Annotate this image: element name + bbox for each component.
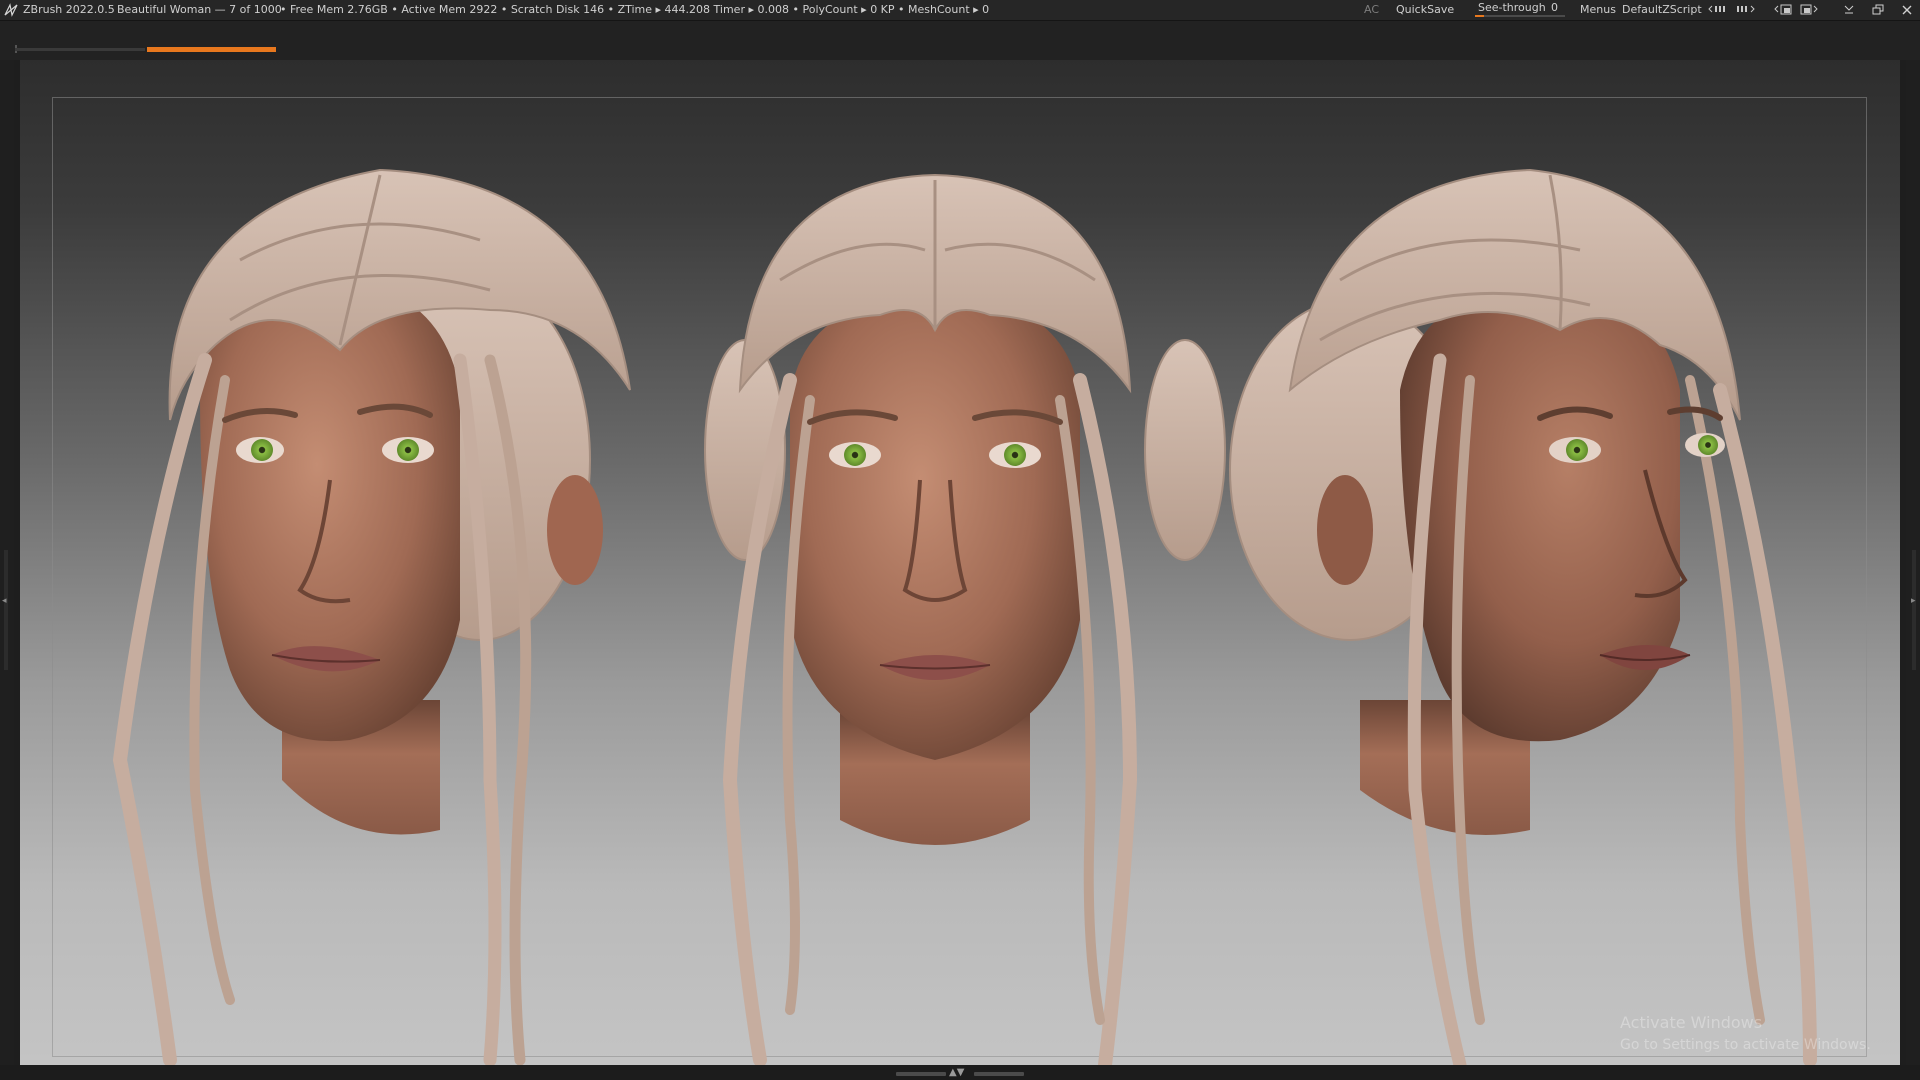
bottom-shelf-handle-right[interactable] bbox=[974, 1072, 1024, 1076]
ztime-stat: • ZTime ▸ 444.208 bbox=[607, 3, 711, 16]
right-tray-arrow-icon[interactable]: ▸ bbox=[1911, 596, 1916, 606]
left-tray-arrow-icon[interactable]: ◂ bbox=[2, 596, 7, 606]
interface-icon[interactable] bbox=[1774, 0, 1796, 20]
viewport-canvas[interactable]: Activate Windows Go to Settings to activ… bbox=[20, 60, 1900, 1065]
top-menu-bar: ZBrush 2022.0.5 Beautiful Woman — 7 of 1… bbox=[0, 0, 1920, 21]
scratch-disk-stat: • Scratch Disk 146 bbox=[500, 3, 605, 16]
see-through-track[interactable] bbox=[1475, 15, 1565, 17]
app-name: ZBrush 2022.0.5 bbox=[23, 3, 115, 16]
free-mem-stat: • Free Mem 2.76GB bbox=[280, 3, 388, 16]
tab-active[interactable] bbox=[147, 47, 276, 52]
bottom-shelf-handle-left[interactable] bbox=[896, 1072, 946, 1076]
document-tab-strip bbox=[0, 21, 1920, 60]
default-zscript-button[interactable]: DefaultZScript bbox=[1622, 0, 1702, 20]
left-tray: ◂ bbox=[0, 60, 14, 1065]
right-tray-handle[interactable] bbox=[1912, 550, 1916, 670]
sculpt-render bbox=[112, 168, 1817, 1065]
activation-watermark: Activate Windows Go to Settings to activ… bbox=[1620, 1012, 1871, 1056]
layout-icon[interactable] bbox=[1708, 0, 1730, 20]
meshcount-stat: • MeshCount ▸ 0 bbox=[898, 3, 990, 16]
polycount-stat: • PolyCount ▸ 0 KP bbox=[792, 3, 895, 16]
expand-collapse-icon[interactable]: ▲▼ bbox=[949, 1065, 964, 1080]
memory-stats: • Free Mem 2.76GB • Active Mem 2922 • Sc… bbox=[280, 0, 989, 20]
document-title: Beautiful Woman — 7 of 1000 bbox=[117, 3, 282, 16]
ac-button[interactable]: AC bbox=[1364, 0, 1379, 20]
close-icon[interactable] bbox=[1900, 0, 1914, 20]
see-through-fill bbox=[1475, 15, 1484, 17]
menus-button[interactable]: Menus bbox=[1580, 0, 1616, 20]
zbrush-logo-icon bbox=[4, 0, 20, 20]
see-through-slider[interactable]: See-through 0 bbox=[1475, 0, 1565, 20]
bottom-shelf: ▲▼ bbox=[0, 1065, 1920, 1080]
head-front bbox=[704, 173, 1226, 1065]
restore-icon[interactable] bbox=[1871, 0, 1885, 20]
head-three-quarter-left bbox=[112, 168, 631, 1065]
left-tray-handle[interactable] bbox=[4, 550, 8, 670]
minimize-icon[interactable] bbox=[1842, 0, 1856, 20]
head-three-quarter-right bbox=[1229, 168, 1817, 1065]
quicksave-button[interactable]: QuickSave bbox=[1396, 0, 1454, 20]
interface-icon[interactable] bbox=[1800, 0, 1822, 20]
right-tray: ▸ bbox=[1906, 60, 1920, 1065]
tab-inactive[interactable] bbox=[15, 48, 145, 51]
watermark-line-2: Go to Settings to activate Windows. bbox=[1620, 1037, 1871, 1053]
timer-stat: Timer ▸ 0.008 bbox=[713, 3, 789, 16]
layout-icon[interactable] bbox=[1736, 0, 1758, 20]
watermark-line-1: Activate Windows bbox=[1620, 1013, 1763, 1032]
active-mem-stat: • Active Mem 2922 bbox=[391, 3, 498, 16]
